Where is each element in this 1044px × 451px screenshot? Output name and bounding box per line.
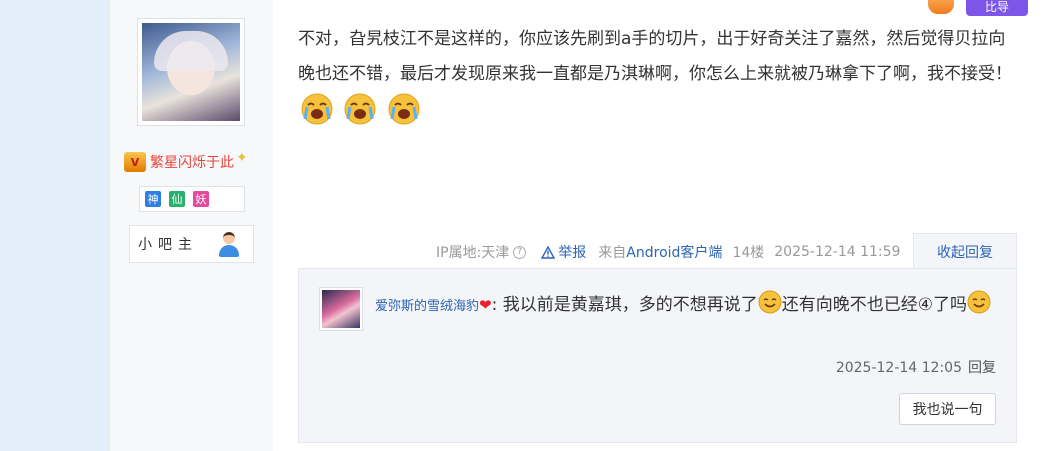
author-avatar[interactable]: [137, 18, 245, 126]
post-time: 2025-12-14 11:59: [774, 244, 901, 260]
smile-face-icon: [758, 290, 782, 314]
crying-face-icon: [344, 93, 376, 125]
reply-link[interactable]: 回复: [968, 360, 996, 376]
question-icon[interactable]: ?: [513, 245, 527, 259]
role-label: 小吧主: [138, 237, 198, 253]
author-badges: 神 仙 妖: [139, 186, 245, 212]
reply-username[interactable]: 爱弥斯的雪绒海豹: [375, 299, 479, 314]
page-background-left: [0, 0, 109, 451]
collapse-replies-button[interactable]: 收起回复: [913, 233, 1017, 269]
report-button[interactable]: 举报: [541, 242, 586, 262]
reply-avatar[interactable]: [319, 287, 363, 331]
report-label: 举报: [558, 245, 587, 261]
floor-number: 14楼: [732, 245, 765, 261]
smile-face-icon: [967, 290, 991, 314]
reply-time: 2025-12-14 12:05: [835, 360, 962, 376]
crying-face-icon: [301, 93, 333, 125]
author-nickname[interactable]: 繁星闪烁于此: [150, 152, 234, 172]
from-prefix: 来自: [598, 245, 627, 261]
reply-text-2: 还有向晚不也已经④了吗: [781, 295, 967, 315]
reply-section: 爱弥斯的雪绒海豹❤: 我以前是黄嘉琪，多的不想再说了 还有向晚不也已经④了吗 20…: [298, 268, 1017, 443]
reply-item: 爱弥斯的雪绒海豹❤: 我以前是黄嘉琪，多的不想再说了 还有向晚不也已经④了吗: [375, 289, 995, 323]
reply-meta: 2025-12-14 12:05 回复: [836, 357, 996, 377]
badge-xian[interactable]: 仙: [169, 191, 185, 207]
post-meta: IP属地:天津 ? 举报 来自 Android客户端 14楼 2025-12-1…: [436, 242, 900, 262]
post-content: 不对，旮旯枝江不是这样的，你应该先刷到a手的切片，出于好奇关注了嘉然，然后觉得贝…: [298, 22, 1018, 127]
author-role: 小吧主: [129, 225, 254, 263]
ip-location: IP属地:天津: [436, 245, 510, 261]
vip-crown-icon[interactable]: V: [124, 152, 146, 172]
client-link[interactable]: Android客户端: [626, 242, 722, 262]
author-name-row: V 繁星闪烁于此 ✦: [124, 150, 248, 173]
post-text: 不对，旮旯枝江不是这样的，你应该先刷到a手的切片，出于好奇关注了嘉然，然后觉得贝…: [298, 29, 1012, 84]
top-badge: 比导: [922, 0, 1032, 16]
say-something-button[interactable]: 我也说一句: [899, 393, 996, 425]
heart-icon: ❤: [479, 296, 492, 314]
warning-icon: [541, 245, 556, 259]
avatar-image: [142, 23, 240, 121]
top-tag[interactable]: 比导: [966, 0, 1028, 16]
sparkle-icon: ✦: [236, 150, 248, 166]
badge-shen[interactable]: 神: [145, 191, 161, 207]
reply-avatar-image: [322, 290, 360, 328]
user-role-icon: [217, 231, 241, 257]
badge-yao[interactable]: 妖: [193, 191, 209, 207]
reply-text-1: 我以前是黄嘉琪，多的不想再说了: [497, 295, 758, 315]
crown-icon: [928, 0, 954, 14]
crying-face-icon: [388, 93, 420, 125]
